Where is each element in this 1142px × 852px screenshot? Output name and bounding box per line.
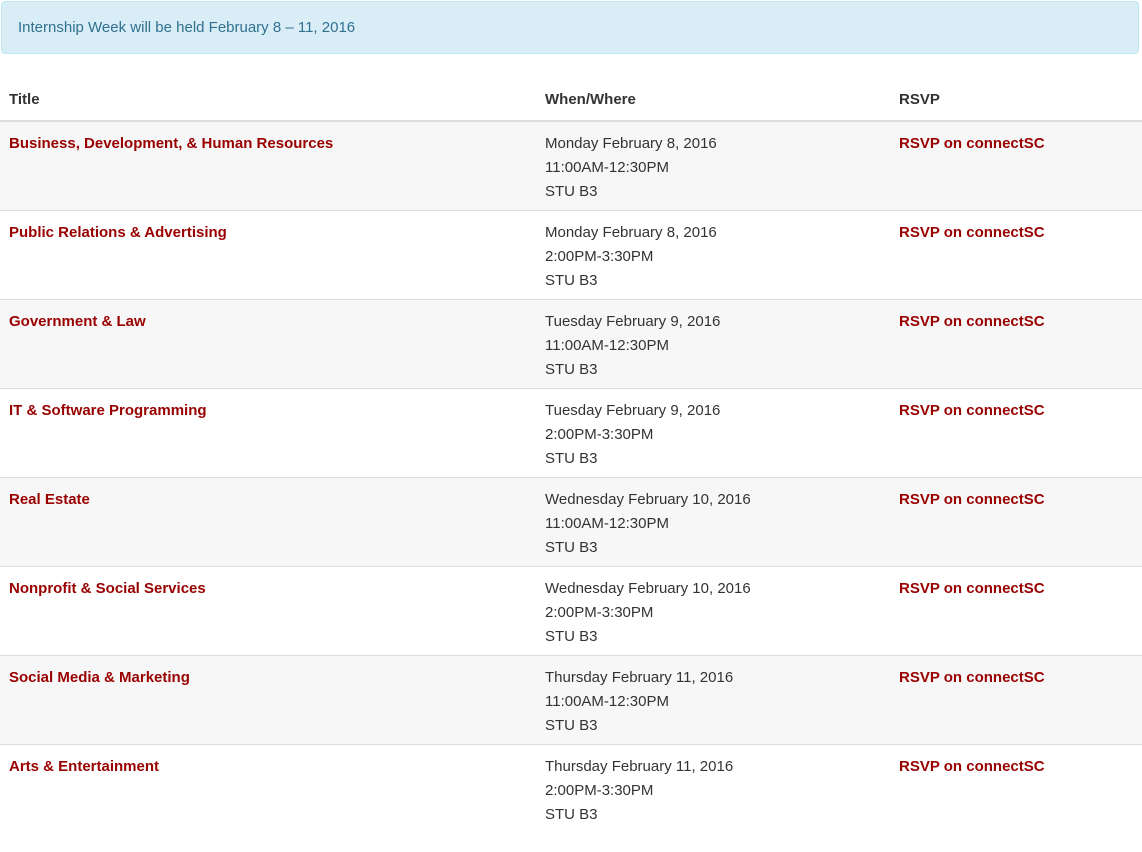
rsvp-link[interactable]: RSVP on connectSC (899, 491, 1045, 508)
table-row: Social Media & Marketing Thursday Februa… (0, 654, 1142, 744)
table-header: Title When/Where RSVP (0, 79, 1142, 122)
event-date: Tuesday February 9, 2016 (545, 312, 721, 330)
table-row: Nonprofit & Social Services Wednesday Fe… (0, 565, 1142, 655)
event-title-link[interactable]: Government & Law (9, 313, 146, 330)
internship-week-notice: Internship Week will be held February 8 … (1, 1, 1139, 54)
header-when-where: When/Where (536, 79, 890, 122)
rsvp-cell: RSVP on connectSC (890, 743, 1142, 833)
event-time: 2:00PM-3:30PM (545, 781, 654, 799)
when-where-cell: Wednesday February 10, 2016 2:00PM-3:30P… (536, 565, 890, 655)
when-where-cell: Wednesday February 10, 2016 11:00AM-12:3… (536, 476, 890, 566)
when-where-cell: Monday February 8, 2016 2:00PM-3:30PM ST… (536, 209, 890, 299)
table-body: Business, Development, & Human Resources… (0, 121, 1142, 833)
rsvp-cell: RSVP on connectSC (890, 209, 1142, 299)
title-cell: Government & Law (0, 298, 536, 388)
event-time: 11:00AM-12:30PM (545, 692, 669, 710)
rsvp-link[interactable]: RSVP on connectSC (899, 580, 1045, 597)
event-time: 11:00AM-12:30PM (545, 159, 669, 176)
table-row: Public Relations & Advertising Monday Fe… (0, 209, 1142, 299)
when-where-cell: Thursday February 11, 2016 11:00AM-12:30… (536, 654, 890, 744)
rsvp-cell: RSVP on connectSC (890, 387, 1142, 477)
event-title-link[interactable]: Arts & Entertainment (9, 758, 159, 775)
title-cell: Public Relations & Advertising (0, 209, 536, 299)
event-location: STU B3 (545, 271, 598, 289)
header-rsvp: RSVP (890, 79, 1142, 122)
rsvp-cell: RSVP on connectSC (890, 298, 1142, 388)
title-cell: Social Media & Marketing (0, 654, 536, 744)
rsvp-cell: RSVP on connectSC (890, 565, 1142, 655)
event-date: Monday February 8, 2016 (545, 135, 717, 152)
event-time: 2:00PM-3:30PM (545, 247, 654, 265)
when-where-cell: Tuesday February 9, 2016 2:00PM-3:30PM S… (536, 387, 890, 477)
event-location: STU B3 (545, 449, 598, 467)
title-cell: Arts & Entertainment (0, 743, 536, 833)
event-title-link[interactable]: Public Relations & Advertising (9, 224, 227, 241)
rsvp-cell: RSVP on connectSC (890, 476, 1142, 566)
rsvp-link[interactable]: RSVP on connectSC (899, 135, 1045, 152)
rsvp-link[interactable]: RSVP on connectSC (899, 313, 1045, 330)
rsvp-cell: RSVP on connectSC (890, 121, 1142, 210)
rsvp-link[interactable]: RSVP on connectSC (899, 758, 1045, 775)
event-location: STU B3 (545, 538, 598, 556)
table-row: Real Estate Wednesday February 10, 2016 … (0, 476, 1142, 566)
event-date: Thursday February 11, 2016 (545, 668, 734, 686)
title-cell: Real Estate (0, 476, 536, 566)
event-title-link[interactable]: Business, Development, & Human Resources (9, 135, 333, 152)
event-date: Wednesday February 10, 2016 (545, 579, 751, 597)
event-time: 11:00AM-12:30PM (545, 336, 669, 354)
event-date: Wednesday February 10, 2016 (545, 490, 751, 508)
event-location: STU B3 (545, 627, 598, 645)
table-row: Arts & Entertainment Thursday February 1… (0, 743, 1142, 833)
events-table: Title When/Where RSVP Business, Developm… (0, 79, 1142, 833)
rsvp-link[interactable]: RSVP on connectSC (899, 224, 1045, 241)
header-title: Title (0, 79, 536, 122)
event-location: STU B3 (545, 360, 598, 378)
title-cell: IT & Software Programming (0, 387, 536, 477)
event-title-link[interactable]: Real Estate (9, 491, 90, 508)
when-where-cell: Monday February 8, 2016 11:00AM-12:30PM … (536, 121, 890, 210)
rsvp-cell: RSVP on connectSC (890, 654, 1142, 744)
header-row: Title When/Where RSVP (0, 79, 1142, 122)
title-cell: Business, Development, & Human Resources (0, 121, 536, 210)
table-row: Business, Development, & Human Resources… (0, 121, 1142, 210)
event-title-link[interactable]: Social Media & Marketing (9, 669, 190, 686)
rsvp-link[interactable]: RSVP on connectSC (899, 669, 1045, 686)
event-time: 11:00AM-12:30PM (545, 514, 669, 532)
event-date: Monday February 8, 2016 (545, 223, 717, 241)
rsvp-link[interactable]: RSVP on connectSC (899, 402, 1045, 419)
event-location: STU B3 (545, 716, 598, 734)
title-cell: Nonprofit & Social Services (0, 565, 536, 655)
event-date: Thursday February 11, 2016 (545, 757, 734, 775)
event-time: 2:00PM-3:30PM (545, 603, 654, 621)
event-title-link[interactable]: IT & Software Programming (9, 402, 207, 419)
event-date: Tuesday February 9, 2016 (545, 401, 721, 419)
table-row: IT & Software Programming Tuesday Februa… (0, 387, 1142, 477)
event-location: STU B3 (545, 805, 598, 823)
event-title-link[interactable]: Nonprofit & Social Services (9, 580, 206, 597)
event-location: STU B3 (545, 183, 598, 200)
notice-text: Internship Week will be held February 8 … (18, 19, 356, 36)
table-row: Government & Law Tuesday February 9, 201… (0, 298, 1142, 388)
when-where-cell: Tuesday February 9, 2016 11:00AM-12:30PM… (536, 298, 890, 388)
event-time: 2:00PM-3:30PM (545, 425, 654, 443)
when-where-cell: Thursday February 11, 2016 2:00PM-3:30PM… (536, 743, 890, 833)
